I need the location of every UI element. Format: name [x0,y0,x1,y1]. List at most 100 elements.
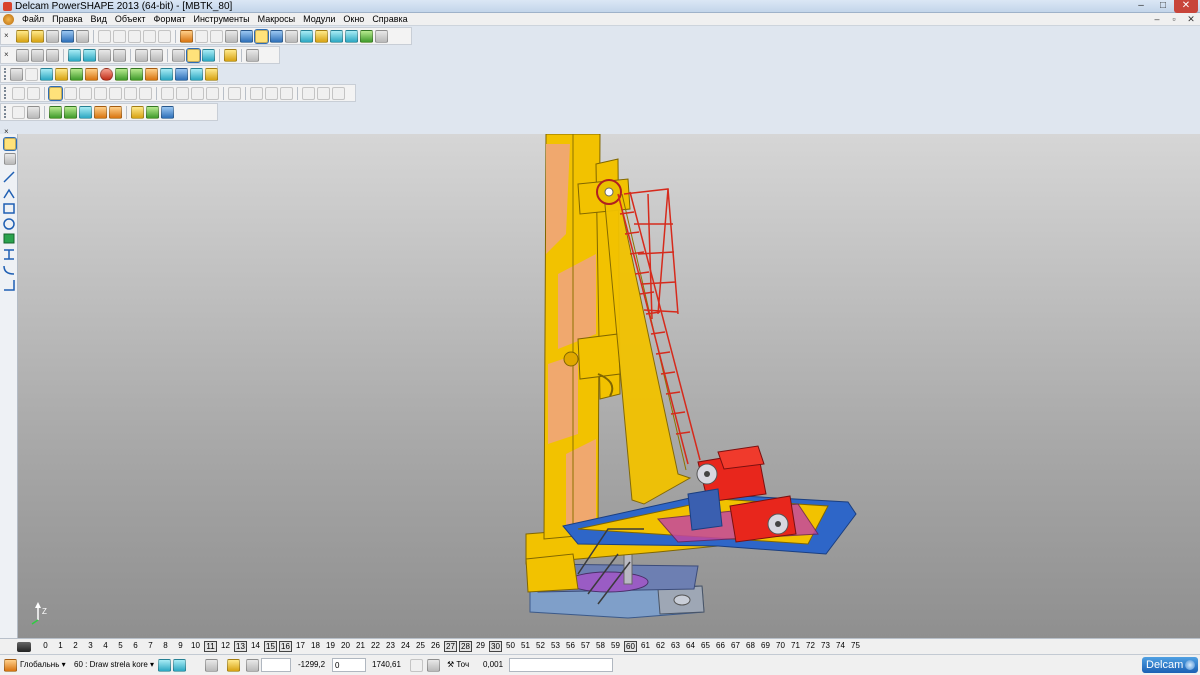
mirror-icon[interactable] [79,105,92,119]
level-button-67[interactable]: 67 [729,641,742,652]
text-tool-icon[interactable] [300,29,313,43]
level-button-15[interactable]: 15 [264,641,277,652]
zoom-in-icon[interactable] [135,48,148,62]
view-side-icon[interactable] [46,48,59,62]
shaded-edges-icon[interactable] [202,48,215,62]
level-button-30[interactable]: 30 [489,641,502,652]
level-button-7[interactable]: 7 [144,641,157,652]
feature-scale-icon[interactable] [317,86,330,100]
new-file-icon[interactable] [16,29,29,43]
wrap-icon[interactable] [146,105,159,119]
boolean-icon[interactable] [205,67,218,81]
calc-icon[interactable] [427,659,440,672]
level-button-5[interactable]: 5 [114,641,127,652]
calculator-icon[interactable] [410,659,423,672]
feature-pocket-icon[interactable] [139,86,152,100]
wireframe-icon[interactable] [172,48,185,62]
axis-transform-icon[interactable] [27,105,40,119]
view-iso-icon[interactable] [68,48,81,62]
level-button-24[interactable]: 24 [399,641,412,652]
level-button-25[interactable]: 25 [414,641,427,652]
quick-select-icon[interactable] [254,28,269,44]
feature-fillet-icon[interactable] [161,86,174,100]
level-button-17[interactable]: 17 [294,641,307,652]
level-button-52[interactable]: 52 [534,641,547,652]
select-tool-icon[interactable] [3,137,17,151]
feature-sweep-icon[interactable] [109,86,122,100]
clone-icon[interactable] [143,29,156,43]
surface-open-icon[interactable] [12,105,25,119]
toolbar-grip[interactable] [4,68,6,80]
level-button-1[interactable]: 1 [54,641,67,652]
level-button-22[interactable]: 22 [369,641,382,652]
level-button-6[interactable]: 6 [129,641,142,652]
level-button-53[interactable]: 53 [549,641,562,652]
surface-icon[interactable] [55,67,68,81]
document-icon[interactable] [25,67,38,81]
block-icon[interactable] [85,67,98,81]
feature-merge-icon[interactable] [265,86,278,100]
wedge-icon[interactable] [130,67,143,81]
level-button-23[interactable]: 23 [384,641,397,652]
level-button-20[interactable]: 20 [339,641,352,652]
level-button-18[interactable]: 18 [309,641,322,652]
feature-history-icon[interactable] [332,86,345,100]
feature-hole-icon[interactable] [124,86,137,100]
feature-icon[interactable] [145,67,158,81]
level-button-21[interactable]: 21 [354,641,367,652]
input-field[interactable] [261,658,291,672]
delete-icon[interactable] [158,29,171,43]
close-button[interactable]: ✕ [1174,0,1198,13]
graphics-viewport[interactable]: Z [18,134,1200,638]
level-button-26[interactable]: 26 [429,641,442,652]
level-button-10[interactable]: 10 [189,641,202,652]
level-button-69[interactable]: 69 [759,641,772,652]
feature-shell-icon[interactable] [206,86,219,100]
section-icon[interactable] [246,48,259,62]
menu-format[interactable]: Формат [150,13,190,26]
level-button-2[interactable]: 2 [69,641,82,652]
feature-chamfer-icon[interactable] [176,86,189,100]
repeat-icon[interactable] [210,29,223,43]
workplane-select[interactable]: Глобальнь ▾ [18,658,68,672]
paste-icon[interactable] [128,29,141,43]
open-recent-icon[interactable] [46,29,59,43]
level-button-27[interactable]: 27 [444,641,457,652]
feature-split-icon[interactable] [250,86,263,100]
mdi-restore-button[interactable]: ▫ [1167,13,1181,26]
measure-icon[interactable] [285,29,298,43]
view-top-icon[interactable] [16,48,29,62]
level-button-4[interactable]: 4 [99,641,112,652]
feature-revolve-icon[interactable] [94,86,107,100]
level-button-51[interactable]: 51 [519,641,532,652]
morph-icon[interactable] [131,105,144,119]
mdi-minimize-button[interactable]: – [1150,13,1164,26]
feature-flag-icon[interactable] [27,86,40,100]
workplane-icon[interactable] [4,659,17,672]
shaded-icon[interactable] [186,47,201,63]
level-button-61[interactable]: 61 [639,641,652,652]
undo-icon[interactable] [180,29,193,43]
menu-file[interactable]: Файл [18,13,48,26]
select-icon[interactable] [240,29,253,43]
menu-window[interactable]: Окно [339,13,368,26]
scale-icon[interactable] [94,105,107,119]
cone-icon[interactable] [115,67,128,81]
level-button-8[interactable]: 8 [159,641,172,652]
feature-cut-icon[interactable] [64,86,77,100]
level-button-56[interactable]: 56 [564,641,577,652]
toolbar-close-icon[interactable]: × [4,47,12,63]
menu-modules[interactable]: Модули [299,13,339,26]
shading-icon[interactable] [345,29,358,43]
level-button-11[interactable]: 11 [204,641,217,652]
move-icon[interactable] [49,105,62,119]
level-button-28[interactable]: 28 [459,641,472,652]
circle-tool-icon[interactable] [270,29,283,43]
sphere-icon[interactable] [100,67,113,81]
level-button-0[interactable]: 0 [39,641,52,652]
level-button-9[interactable]: 9 [174,641,187,652]
level-button-60[interactable]: 60 [624,641,637,652]
blend-icon[interactable] [160,67,173,81]
level-manager-icon[interactable] [17,641,31,652]
level-button-75[interactable]: 75 [849,641,862,652]
